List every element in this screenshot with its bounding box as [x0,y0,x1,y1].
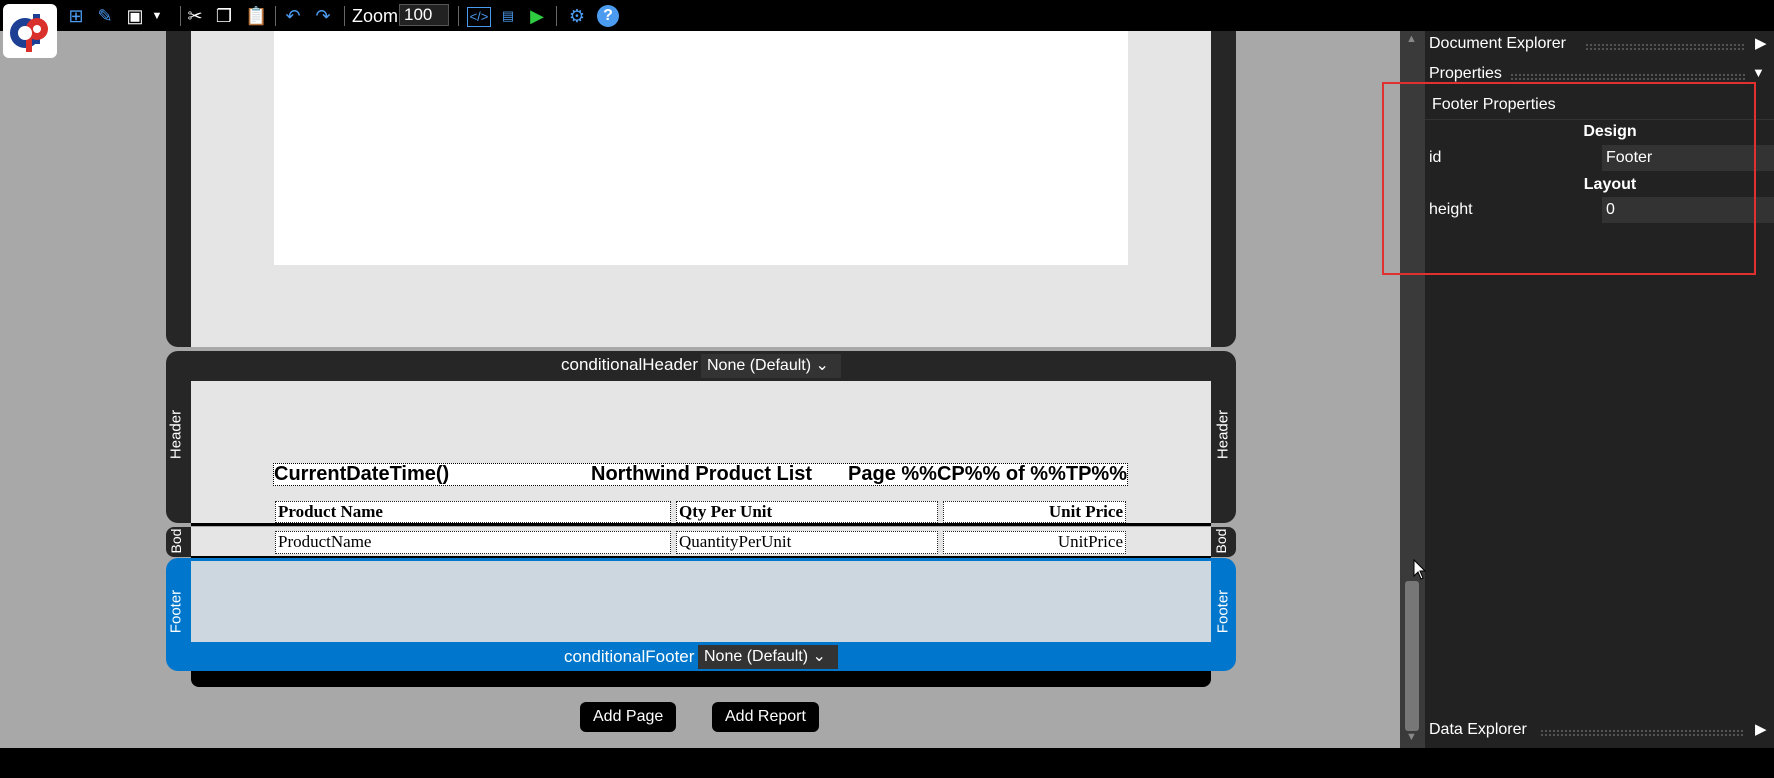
conditional-header-select[interactable]: None (Default) ⌄ [701,354,841,378]
preview-icon[interactable]: ▤ [497,5,519,27]
scroll-up-icon[interactable]: ▲ [1406,33,1417,45]
conditional-header-bar: conditionalHeader None (Default) ⌄ [191,351,1211,381]
data-explorer-title[interactable]: Data Explorer [1429,721,1527,739]
paste-icon[interactable]: 📋 [245,5,267,27]
expand-document-explorer-icon[interactable]: ▶ [1755,34,1767,52]
settings-icon[interactable]: ⚙ [566,5,588,27]
edit-icon[interactable]: ✎ [95,5,115,27]
header-body-divider [191,523,1211,526]
toolbar: ⊞ ✎ ▣ ▼ ✂ ❐ 📋 ↶ ↷ Zoom </> ▤ ▶ ⚙ ? [0,0,1774,31]
expand-data-explorer-icon[interactable]: ▶ [1755,720,1767,738]
header-band-label-right: Header [1214,409,1232,460]
column-header-product-name[interactable]: Product Name [275,501,671,523]
run-icon[interactable]: ▶ [528,5,546,27]
scrollbar-thumb[interactable] [1405,581,1419,731]
field-unit-price[interactable]: UnitPrice [943,531,1126,554]
dropdown-icon[interactable]: ▼ [151,5,163,27]
conditional-footer-bar: conditionalFooter None (Default) ⌄ [191,642,1211,671]
field-quantity-per-unit[interactable]: QuantityPerUnit [676,531,938,554]
field-product-name[interactable]: ProductName [275,531,671,554]
properties-title[interactable]: Properties [1429,65,1502,83]
body-band-label-right: Bod [1213,528,1229,554]
collapse-properties-icon[interactable]: ▼ [1752,65,1765,80]
datetime-field: CurrentDateTime() [274,463,450,485]
highlight-box [1382,82,1756,275]
add-report-button[interactable]: Add Report [712,702,819,732]
column-header-qty-per-unit[interactable]: Qty Per Unit [676,501,938,523]
column-header-unit-price[interactable]: Unit Price [943,501,1126,523]
footer-band-label-left: Footer [167,589,185,634]
conditional-footer-label: conditionalFooter [564,647,695,666]
conditional-footer-select[interactable]: None (Default) ⌄ [698,645,838,669]
bottom-bar [0,748,1774,778]
cut-icon[interactable]: ✂ [185,5,205,27]
report-title: Northwind Product List [591,463,813,485]
page-number-field: Page %%CP%% of %%TP%% [848,463,1127,485]
page-content-area [274,31,1128,265]
copy-icon[interactable]: ❐ [214,5,234,27]
zoom-label: Zoom [352,6,399,26]
save-icon[interactable]: ▣ [124,5,146,27]
footer-band-label-right: Footer [1214,589,1232,634]
document-explorer-title[interactable]: Document Explorer [1429,35,1566,53]
help-icon[interactable]: ? [597,5,619,27]
mouse-cursor-icon [1413,559,1427,580]
header-title-row[interactable]: CurrentDateTime() Northwind Product List… [273,463,1128,486]
zoom-input[interactable] [399,4,449,26]
code-icon[interactable]: </> [467,7,491,27]
conditional-header-label: conditionalHeader [561,355,699,374]
body-band-label-left: Bod [168,528,184,554]
add-page-button[interactable]: Add Page [580,702,677,732]
footer-band-paper [191,561,1211,642]
add-report-icon[interactable]: ⊞ [66,5,86,27]
scroll-down-icon[interactable]: ▼ [1406,731,1417,743]
app-logo [3,4,57,58]
undo-icon[interactable]: ↶ [283,5,303,27]
header-band-label-left: Header [167,409,185,460]
redo-icon[interactable]: ↷ [313,5,333,27]
